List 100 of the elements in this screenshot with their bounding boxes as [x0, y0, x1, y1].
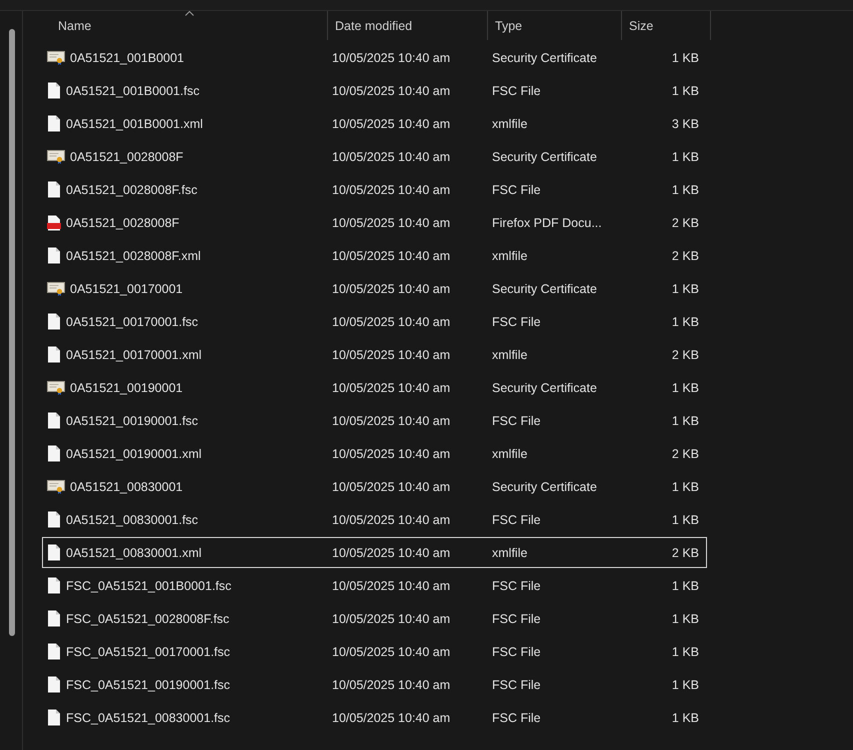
file-row[interactable]: 0A51521_001B0001.fsc 10/05/2025 10:40 am FSC File 1 KB: [42, 75, 707, 106]
scrollbar[interactable]: [9, 29, 15, 636]
file-type: Security Certificate: [492, 150, 598, 164]
date-modified: 10/05/2025 10:40 am: [332, 314, 452, 328]
column-header[interactable]: Name: [23, 11, 328, 40]
file-row[interactable]: 0A51521_001B0001 10/05/2025 10:40 am Security Certificate 1 KB: [42, 42, 707, 73]
file-icon: [47, 676, 61, 693]
file-icon: [47, 82, 61, 99]
certificate-icon: [47, 150, 65, 164]
file-row[interactable]: 0A51521_001B0001.xml 10/05/2025 10:40 am xmlfile 3 KB: [42, 108, 707, 139]
file-type: FSC File: [492, 84, 542, 98]
file-type: Firefox PDF Docu...: [492, 216, 603, 230]
file-name: 0A51521_00170001.fsc: [66, 314, 198, 328]
file-name: 0A51521_001B0001: [70, 50, 184, 64]
date-modified: 10/05/2025 10:40 am: [332, 116, 452, 130]
file-size: 1 KB: [670, 150, 699, 164]
file-row[interactable]: 0A51521_00170001.xml 10/05/2025 10:40 am xmlfile 2 KB: [42, 339, 707, 370]
file-row[interactable]: FSC_0A51521_001B0001.fsc 10/05/2025 10:40 am FSC File 1 KB: [42, 570, 707, 601]
certificate-icon: [47, 380, 65, 394]
file-size: 1 KB: [670, 182, 699, 196]
date-modified: 10/05/2025 10:40 am: [332, 348, 452, 362]
file-name: 0A51521_0028008F.fsc: [66, 182, 198, 196]
file-name: 0A51521_00190001.xml: [66, 446, 202, 460]
date-modified: 10/05/2025 10:40 am: [332, 282, 452, 296]
date-modified: 10/05/2025 10:40 am: [332, 216, 452, 230]
file-type: FSC File: [492, 414, 542, 428]
file-size: 2 KB: [670, 546, 699, 560]
certificate-icon: [47, 282, 65, 296]
file-icon: [47, 181, 61, 198]
date-modified: 10/05/2025 10:40 am: [332, 480, 452, 494]
file-name: 0A51521_001B0001.xml: [66, 116, 203, 130]
file-size: 1 KB: [670, 710, 699, 724]
file-name: 0A51521_00830001: [70, 480, 183, 494]
file-type: xmlfile: [492, 248, 528, 262]
file-name: 0A51521_00190001.fsc: [66, 414, 198, 428]
file-icon: [47, 115, 61, 132]
file-type: xmlfile: [492, 546, 528, 560]
file-icon: [47, 445, 61, 462]
file-name: FSC_0A51521_001B0001.fsc: [66, 578, 232, 592]
file-name: FSC_0A51521_00190001.fsc: [66, 678, 230, 692]
column-header[interactable]: Size: [622, 11, 711, 40]
file-row[interactable]: FSC_0A51521_0028008F.fsc 10/05/2025 10:40 am FSC File 1 KB: [42, 603, 707, 634]
file-name: 0A51521_001B0001.fsc: [66, 84, 200, 98]
file-size: 1 KB: [670, 578, 699, 592]
file-row[interactable]: FSC_0A51521_00190001.fsc 10/05/2025 10:40 am FSC File 1 KB: [42, 669, 707, 700]
file-size: 1 KB: [670, 612, 699, 626]
certificate-icon: [47, 480, 65, 494]
date-modified: 10/05/2025 10:40 am: [332, 84, 452, 98]
file-row[interactable]: FSC_0A51521_00830001.fsc 10/05/2025 10:40 am FSC File 1 KB: [42, 702, 707, 733]
file-icon: [47, 544, 61, 561]
date-modified: 10/05/2025 10:40 am: [332, 446, 452, 460]
file-type: xmlfile: [492, 348, 528, 362]
file-size: 1 KB: [670, 50, 699, 64]
file-name: 0A51521_0028008F: [66, 216, 180, 230]
file-row[interactable]: 0A51521_00830001.xml 10/05/2025 10:40 am xmlfile 2 KB: [42, 537, 707, 568]
file-row[interactable]: 0A51521_0028008F.fsc 10/05/2025 10:40 am FSC File 1 KB: [42, 174, 707, 205]
file-size: 1 KB: [670, 380, 699, 394]
file-size: 3 KB: [670, 116, 699, 130]
file-type: xmlfile: [492, 446, 528, 460]
file-row[interactable]: 0A51521_00190001.fsc 10/05/2025 10:40 am FSC File 1 KB: [42, 405, 707, 436]
file-row[interactable]: 0A51521_0028008F.xml 10/05/2025 10:40 am xmlfile 2 KB: [42, 240, 707, 271]
file-name: FSC_0A51521_00170001.fsc: [66, 644, 230, 658]
file-name: 0A51521_0028008F: [70, 150, 184, 164]
date-modified: 10/05/2025 10:40 am: [332, 678, 452, 692]
file-size: 1 KB: [670, 678, 699, 692]
file-size: 2 KB: [670, 248, 699, 262]
file-row[interactable]: 0A51521_00170001.fsc 10/05/2025 10:40 am FSC File 1 KB: [42, 306, 707, 337]
file-row[interactable]: 0A51521_00190001.xml 10/05/2025 10:40 am xmlfile 2 KB: [42, 438, 707, 469]
date-modified: 10/05/2025 10:40 am: [332, 546, 452, 560]
file-type: FSC File: [492, 644, 542, 658]
file-size: 2 KB: [670, 216, 699, 230]
file-row[interactable]: FSC_0A51521_00170001.fsc 10/05/2025 10:40 am FSC File 1 KB: [42, 636, 707, 667]
file-row[interactable]: 0A51521_00190001 10/05/2025 10:40 am Security Certificate 1 KB: [42, 372, 707, 403]
file-size: 1 KB: [670, 414, 699, 428]
file-name: 0A51521_00830001.xml: [66, 546, 202, 560]
file-row[interactable]: 0A51521_00170001 10/05/2025 10:40 am Security Certificate 1 KB: [42, 273, 707, 304]
file-row[interactable]: 0A51521_0028008F 10/05/2025 10:40 am Security Certificate 1 KB: [42, 141, 707, 172]
date-modified: 10/05/2025 10:40 am: [332, 50, 452, 64]
file-type: FSC File: [492, 182, 542, 196]
file-icon: [47, 643, 61, 660]
file-type: FSC File: [492, 578, 542, 592]
file-type: Security Certificate: [492, 282, 598, 296]
file-row[interactable]: 0A51521_00830001 10/05/2025 10:40 am Security Certificate 1 KB: [42, 471, 707, 502]
date-modified: 10/05/2025 10:40 am: [332, 414, 452, 428]
file-type: FSC File: [492, 314, 542, 328]
date-modified: 10/05/2025 10:40 am: [332, 150, 452, 164]
date-modified: 10/05/2025 10:40 am: [332, 578, 452, 592]
certificate-icon: [47, 50, 65, 64]
file-size: 1 KB: [670, 314, 699, 328]
date-modified: 10/05/2025 10:40 am: [332, 612, 452, 626]
file-row[interactable]: 0A51521_00830001.fsc 10/05/2025 10:40 am FSC File 1 KB: [42, 504, 707, 535]
file-type: Security Certificate: [492, 480, 598, 494]
file-name: FSC_0A51521_00830001.fsc: [66, 710, 230, 724]
column-header[interactable]: Date modified: [328, 11, 488, 40]
file-row[interactable]: 0A51521_0028008F 10/05/2025 10:40 am Firefox PDF Docu... 2 KB: [42, 207, 707, 238]
file-name: 0A51521_00170001.xml: [66, 348, 202, 362]
date-modified: 10/05/2025 10:40 am: [332, 182, 452, 196]
file-size: 2 KB: [670, 446, 699, 460]
column-header[interactable]: Type: [488, 11, 622, 40]
pdf-file-icon: [47, 214, 61, 230]
